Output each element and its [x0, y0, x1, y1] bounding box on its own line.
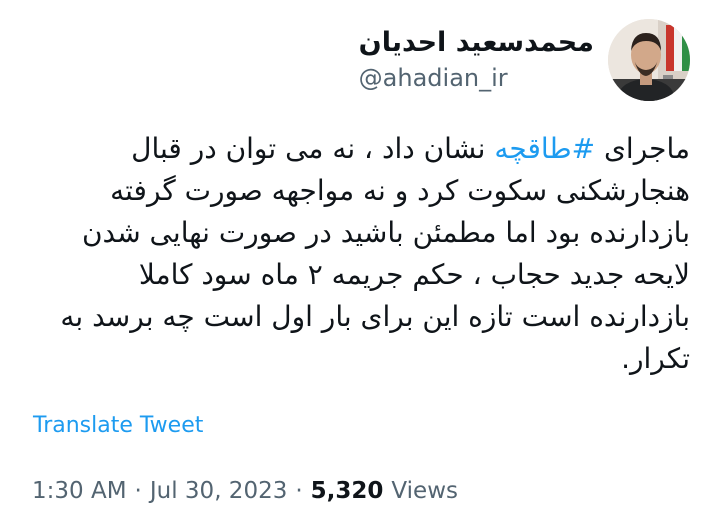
avatar[interactable] [608, 19, 690, 101]
tweet-line: ماجرای #طاقچه نشان داد ، نه می توان در ق… [131, 132, 690, 165]
tweet-line: بازدارنده است تازه این برای بار اول است … [60, 300, 690, 333]
tweet-line: هنجارشکنی سکوت کرد و نه مواجهه صورت گرفت… [110, 174, 690, 207]
meta-separator: · [134, 478, 142, 504]
meta-separator: · [295, 478, 303, 504]
tweet-meta: 1:30 AM · Jul 30, 2023 · 5,320 Views [32, 478, 458, 504]
author-text: محمدسعید احدیان @ahadian_ir [359, 25, 594, 95]
tweet-time[interactable]: 1:30 AM [32, 478, 127, 504]
tweet-author: محمدسعید احدیان @ahadian_ir [359, 19, 690, 101]
views-count[interactable]: 5,320 [311, 478, 384, 504]
tweet-date[interactable]: Jul 30, 2023 [150, 478, 287, 504]
hashtag-link[interactable]: #طاقچه [494, 132, 595, 165]
translate-tweet-link[interactable]: Translate Tweet [33, 413, 203, 438]
avatar-image [608, 19, 690, 101]
tweet-line: بازدارنده بود اما مطمئن باشید در صورت نه… [81, 216, 690, 249]
tweet-text: ماجرای #طاقچه نشان داد ، نه می توان در ق… [24, 128, 690, 380]
views-label[interactable]: Views [391, 478, 458, 504]
author-display-name[interactable]: محمدسعید احدیان [359, 25, 594, 61]
tweet-line: تکرار. [621, 342, 690, 375]
tweet-line: لایحه جدید حجاب ، حکم جریمه ۲ ماه سود کا… [138, 258, 690, 291]
author-handle[interactable]: @ahadian_ir [359, 61, 508, 95]
